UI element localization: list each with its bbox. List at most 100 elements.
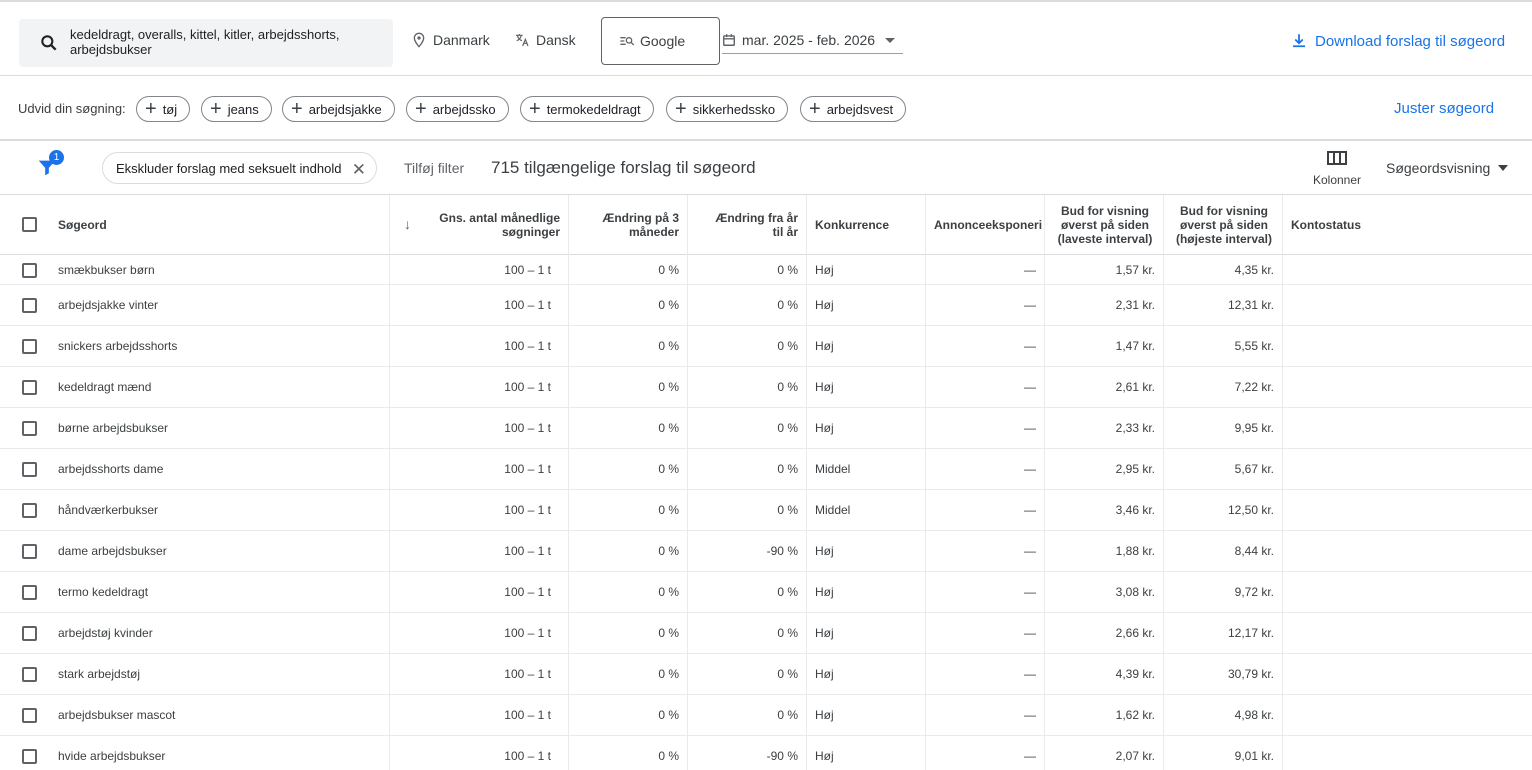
- date-range-selector[interactable]: mar. 2025 - feb. 2026: [722, 26, 903, 54]
- cell-change-yoy: 0 %: [688, 490, 807, 530]
- header-avg-searches[interactable]: ↓ Gns. antal månedlige søgninger: [390, 195, 569, 255]
- table-row[interactable]: hvide arbejdsbukser 100 – 1 t0 % -90 % Høj —…: [0, 736, 1532, 770]
- row-checkbox[interactable]: [22, 421, 37, 436]
- cell-change-yoy: 0 %: [688, 255, 807, 284]
- chip-label: arbejdsvest: [826, 101, 894, 117]
- header-change-yoy[interactable]: Ændring fra år til år: [688, 195, 807, 255]
- cell-keyword: arbejdsjakke vinter: [50, 285, 390, 325]
- row-checkbox[interactable]: [22, 339, 37, 354]
- plus-icon: +: [809, 98, 821, 120]
- table-row[interactable]: dame arbejdsbukser 100 – 1 t0 % -90 % Høj —1…: [0, 531, 1532, 572]
- header-bid-high-label: Bud for visning øverst på siden (højeste…: [1175, 204, 1273, 246]
- plus-icon: +: [291, 98, 303, 120]
- active-filter-chip[interactable]: Ekskluder forslag med seksuelt indhold ✕: [102, 152, 377, 184]
- cell-bid-high: 5,55 kr.: [1164, 326, 1283, 366]
- cell-bid-high: 7,22 kr.: [1164, 367, 1283, 407]
- row-checkbox[interactable]: [22, 462, 37, 477]
- expand-chip[interactable]: + tøj: [136, 96, 191, 122]
- keyword-view-dropdown[interactable]: Søgeordsvisning: [1386, 160, 1509, 176]
- language-selector[interactable]: Dansk: [514, 32, 576, 48]
- table-row[interactable]: stark arbejdstøj 100 – 1 t0 % 0 % Høj —4,39 …: [0, 654, 1532, 695]
- select-all-checkbox[interactable]: [22, 217, 37, 232]
- row-checkbox[interactable]: [22, 298, 37, 313]
- cell-keyword: arbejdsshorts dame: [50, 449, 390, 489]
- row-checkbox[interactable]: [22, 749, 37, 764]
- caret-down-icon: [1498, 165, 1509, 171]
- download-icon: [1293, 34, 1305, 48]
- header-competition[interactable]: Konkurrence: [807, 195, 926, 255]
- cell-competition: Høj: [807, 326, 926, 366]
- location-selector[interactable]: Danmark: [411, 32, 490, 48]
- chip-label: sikkerhedssko: [692, 101, 776, 117]
- search-engine-selector[interactable]: Google: [601, 17, 720, 65]
- table-row[interactable]: børne arbejdsbukser 100 – 1 t0 % 0 % Høj —2,…: [0, 408, 1532, 449]
- table-row[interactable]: arbejdsshorts dame 100 – 1 t0 % 0 % Middel —…: [0, 449, 1532, 490]
- expand-chip[interactable]: + termokedeldragt: [520, 96, 654, 122]
- cell-account-status: [1283, 736, 1532, 770]
- header-keyword[interactable]: Søgeord: [50, 195, 390, 255]
- cell-avg-searches: 100 – 1 t: [390, 572, 569, 612]
- expand-chip[interactable]: + arbejdsjakke: [282, 96, 395, 122]
- adjust-keywords-link[interactable]: Juster søgeord: [1394, 100, 1494, 117]
- row-checkbox[interactable]: [22, 626, 37, 641]
- header-bid-high[interactable]: Bud for visning øverst på siden (højeste…: [1164, 195, 1283, 255]
- row-checkbox[interactable]: [22, 708, 37, 723]
- sort-arrow-down-icon[interactable]: ↓: [404, 217, 411, 231]
- table-row[interactable]: smækbukser børn 100 – 1 t0 % 0 % Høj —1,57 k…: [0, 255, 1532, 285]
- cell-change-yoy: 0 %: [688, 326, 807, 366]
- keyword-search-field[interactable]: kedeldragt, overalls, kittel, kitler, ar…: [19, 19, 393, 67]
- header-change-3m[interactable]: Ændring på 3 måneder: [569, 195, 688, 255]
- header-ad-impression[interactable]: Annonceeksponeri: [926, 195, 1045, 255]
- chevron-down-icon: [885, 38, 895, 43]
- cell-competition: Høj: [807, 367, 926, 407]
- row-checkbox[interactable]: [22, 667, 37, 682]
- top-bar: kedeldragt, overalls, kittel, kitler, ar…: [0, 0, 1532, 76]
- chip-label: jeans: [227, 101, 259, 117]
- cell-competition: Høj: [807, 736, 926, 770]
- table-row[interactable]: arbejdsbukser mascot 100 – 1 t0 % 0 % Høj —1…: [0, 695, 1532, 736]
- cell-keyword: håndværkerbukser: [50, 490, 390, 530]
- cell-change-yoy: 0 %: [688, 285, 807, 325]
- cell-account-status: [1283, 285, 1532, 325]
- cell-bid-high: 9,95 kr.: [1164, 408, 1283, 448]
- expand-chip[interactable]: + arbejdsvest: [800, 96, 907, 122]
- cell-competition: Høj: [807, 572, 926, 612]
- header-avg-searches-label: Gns. antal månedlige søgninger: [439, 211, 560, 239]
- header-bid-low[interactable]: Bud for visning øverst på siden (laveste…: [1045, 195, 1164, 255]
- cell-bid-high: 12,31 kr.: [1164, 285, 1283, 325]
- table-row[interactable]: termo kedeldragt 100 – 1 t0 % 0 % Høj —3,08 …: [0, 572, 1532, 613]
- table-row[interactable]: kedeldragt mænd 100 – 1 t0 % 0 % Høj —2,61 k…: [0, 367, 1532, 408]
- cell-account-status: [1283, 613, 1532, 653]
- cell-change-3m: 0 %: [569, 736, 688, 770]
- table-row[interactable]: arbejdstøj kvinder 100 – 1 t0 % 0 % Høj —2,6…: [0, 613, 1532, 654]
- cell-keyword: smækbukser børn: [50, 255, 390, 284]
- cell-competition: Høj: [807, 408, 926, 448]
- add-filter-button[interactable]: Tilføj filter: [404, 160, 464, 176]
- table-row[interactable]: håndværkerbukser 100 – 1 t0 % 0 % Middel —3,…: [0, 490, 1532, 531]
- cell-bid-low: 3,08 kr.: [1045, 572, 1164, 612]
- row-checkbox[interactable]: [22, 503, 37, 518]
- cell-bid-high: 12,50 kr.: [1164, 490, 1283, 530]
- expand-chip[interactable]: + jeans: [201, 96, 272, 122]
- view-label: Søgeordsvisning: [1386, 160, 1491, 176]
- cell-avg-searches: 100 – 1 t: [390, 736, 569, 770]
- search-query[interactable]: kedeldragt, overalls, kittel, kitler, ar…: [70, 27, 370, 57]
- download-button[interactable]: Download forslag til søgeord: [1290, 32, 1505, 50]
- row-checkbox[interactable]: [22, 544, 37, 559]
- cell-bid-high: 5,67 kr.: [1164, 449, 1283, 489]
- table-row[interactable]: arbejdsjakke vinter 100 – 1 t0 % 0 % Høj —2,…: [0, 285, 1532, 326]
- columns-button[interactable]: Kolonner: [1308, 151, 1366, 187]
- header-account-status[interactable]: Kontostatus: [1283, 195, 1532, 255]
- cell-ad-impression: —: [926, 408, 1045, 448]
- cell-avg-searches: 100 – 1 t: [390, 490, 569, 530]
- table-row[interactable]: snickers arbejdsshorts 100 – 1 t0 % 0 % Høj…: [0, 326, 1532, 367]
- close-icon[interactable]: ✕: [352, 160, 366, 180]
- plus-icon: +: [529, 98, 541, 120]
- row-checkbox[interactable]: [22, 380, 37, 395]
- cell-change-3m: 0 %: [569, 326, 688, 366]
- expand-chip[interactable]: + sikkerhedssko: [666, 96, 789, 122]
- expand-chip[interactable]: + arbejdssko: [406, 96, 509, 122]
- cell-competition: Middel: [807, 490, 926, 530]
- row-checkbox[interactable]: [22, 585, 37, 600]
- row-checkbox[interactable]: [22, 262, 37, 278]
